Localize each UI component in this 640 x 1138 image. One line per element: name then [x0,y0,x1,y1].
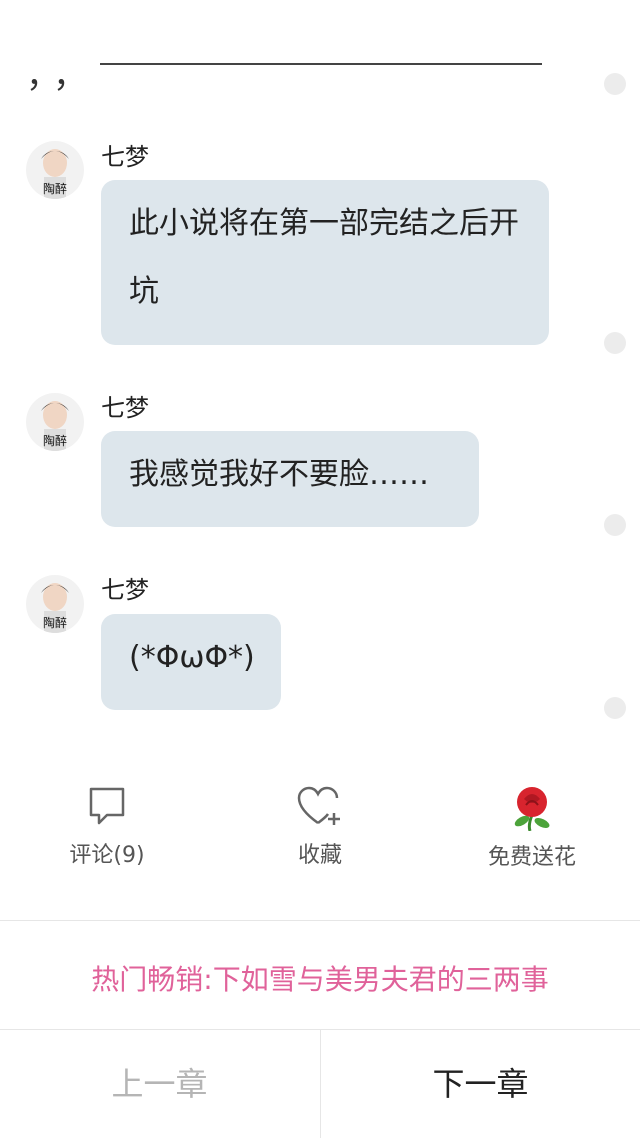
scroll-indicator-dot [604,514,626,536]
avatar[interactable]: 陶醉 [26,141,84,199]
divider [0,920,640,921]
promo-link[interactable]: 热门畅销:下如雪与美男夫君的三两事 [0,958,640,998]
scroll-indicator-dot [604,697,626,719]
svg-text:陶醉: 陶醉 [43,181,67,196]
avatar-image: 陶醉 [41,149,69,199]
chapter-nav: 上一章 下一章 [0,1030,640,1138]
message-bubble[interactable]: (*ΦωΦ*) [101,614,281,710]
sender-name: 七梦 [101,576,149,604]
avatar-image: 陶醉 [41,583,69,633]
next-chapter-button[interactable]: 下一章 [321,1030,640,1138]
send-flower-button[interactable]: 免费送花 [452,785,612,871]
quote-marks: ，， [26,56,97,96]
favorite-button[interactable]: 收藏 [240,785,400,869]
comment-label: 评论(9) [69,843,145,868]
avatar-image: 陶醉 [41,401,69,451]
message-bubble[interactable]: 我感觉我好不要脸…… [101,431,479,527]
prev-chapter-button[interactable]: 上一章 [0,1030,319,1138]
scroll-indicator-dot [604,73,626,95]
favorite-label: 收藏 [297,843,342,868]
avatar[interactable]: 陶醉 [26,393,84,451]
svg-text:陶醉: 陶醉 [43,433,67,448]
sender-name: 七梦 [101,143,149,171]
svg-text:陶醉: 陶醉 [43,615,67,630]
avatar[interactable]: 陶醉 [26,575,84,633]
heart-plus-icon [297,786,340,825]
rose-icon [514,787,550,831]
action-bar: 评论(9) 收藏 免费送花 [0,785,640,895]
sender-name: 七梦 [101,394,149,422]
divider-line [100,63,542,65]
comment-button[interactable]: 评论(9) [27,785,187,869]
message-bubble[interactable]: 此小说将在第一部完结之后开坑 [101,180,549,345]
flower-label: 免费送花 [487,845,576,870]
comment-bubble-icon [89,787,125,825]
scroll-indicator-dot [604,332,626,354]
